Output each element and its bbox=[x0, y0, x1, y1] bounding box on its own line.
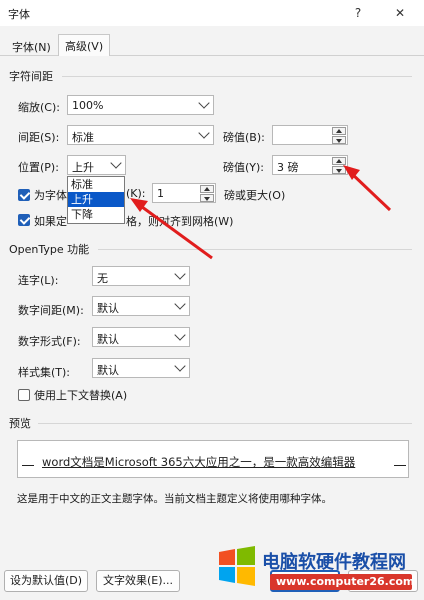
annotation-arrows bbox=[130, 165, 392, 260]
annotation-arrow-line bbox=[137, 202, 213, 260]
annotation-arrow-line bbox=[348, 170, 392, 212]
